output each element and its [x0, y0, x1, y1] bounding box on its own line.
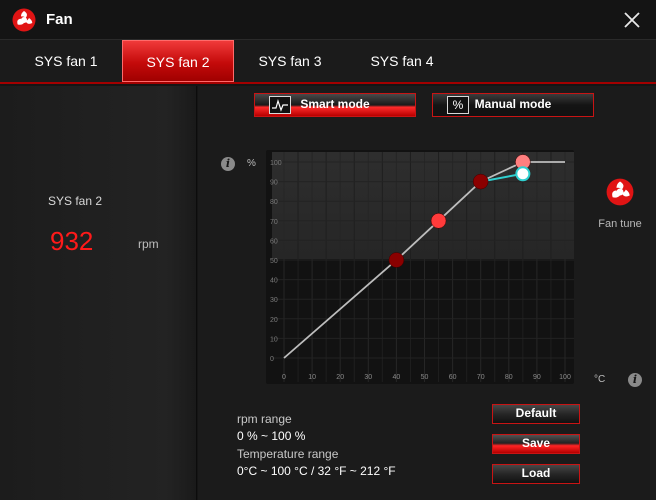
x-tick-label: 70 [477, 374, 485, 381]
curve-control-point [430, 213, 447, 229]
x-axis-label: °C [594, 374, 605, 385]
y-tick-label: 90 [270, 180, 278, 187]
fan-name-label: SYS fan 2 [48, 194, 103, 208]
tab-sys-fan-4[interactable]: SYS fan 4 [346, 40, 458, 82]
curve-control-point [388, 252, 405, 268]
y-tick-label: 40 [270, 278, 278, 285]
y-tick-label: 100 [270, 160, 282, 167]
curve-control-point [472, 173, 489, 190]
rpm-range: rpm range 0 % ~ 100 % [237, 412, 305, 443]
x-tick-label: 20 [336, 374, 344, 381]
fan-tabs: SYS fan 1 SYS fan 2 SYS fan 3 SYS fan 4 [0, 40, 656, 84]
x-tick-label: 80 [505, 374, 513, 381]
plot-upper-band [272, 152, 574, 259]
tab-sys-fan-3[interactable]: SYS fan 3 [234, 40, 346, 82]
title-bar: Fan [0, 0, 656, 40]
y-tick-label: 60 [270, 238, 278, 245]
tab-sys-fan-1[interactable]: SYS fan 1 [10, 40, 122, 82]
x-tick-label: 0 [282, 374, 286, 381]
fan-status-panel: SYS fan 2 932 rpm [0, 86, 197, 500]
rpm-range-value: 0 % ~ 100 % [237, 429, 306, 443]
window-title: Fan [46, 11, 73, 28]
y-tick-label: 10 [270, 336, 278, 343]
x-tick-label: 50 [421, 374, 429, 381]
fan-tune-label: Fan tune [598, 218, 642, 230]
fan-tune-button[interactable]: Fan tune [596, 178, 644, 230]
tab-sys-fan-2[interactable]: SYS fan 2 [122, 40, 234, 82]
x-tick-label: 60 [449, 374, 457, 381]
x-tick-label: 90 [533, 374, 541, 381]
y-axis-label: % [247, 158, 256, 169]
load-button[interactable]: Load [492, 464, 580, 484]
fan-tune-icon [606, 178, 634, 206]
y-tick-label: 80 [270, 199, 278, 206]
y-tick-label: 0 [270, 356, 274, 363]
y-tick-label: 20 [270, 317, 278, 324]
default-button[interactable]: Default [492, 404, 580, 424]
current-operating-point [515, 166, 531, 182]
save-button[interactable]: Save [492, 434, 580, 454]
temperature-range-label: Temperature range [237, 447, 339, 461]
temperature-range: Temperature range 0°C ~ 100 °C / 32 °F ~… [237, 447, 396, 478]
x-tick-label: 100 [559, 374, 571, 381]
close-button[interactable] [618, 6, 646, 34]
x-tick-label: 40 [393, 374, 401, 381]
rpm-range-label: rpm range [237, 412, 292, 426]
fan-curve-chart[interactable]: 0 10 20 30 40 50 60 70 80 90 100 0 10 20 30 40 50 60 70 80… [198, 86, 656, 386]
fan-curve-panel: Smart mode % Manual mode i i 0 10 20 30 40 50… [198, 86, 656, 500]
x-tick-label: 30 [364, 374, 372, 381]
temperature-range-value: 0°C ~ 100 °C / 32 °F ~ 212 °F [237, 464, 396, 478]
y-tick-label: 30 [270, 297, 278, 304]
rpm-value: 932 [50, 226, 94, 256]
y-tick-label: 70 [270, 219, 278, 226]
x-tick-label: 10 [308, 374, 316, 381]
rpm-unit: rpm [138, 237, 159, 251]
msi-dragon-fan-icon [12, 8, 36, 32]
y-tick-label: 50 [270, 258, 278, 265]
